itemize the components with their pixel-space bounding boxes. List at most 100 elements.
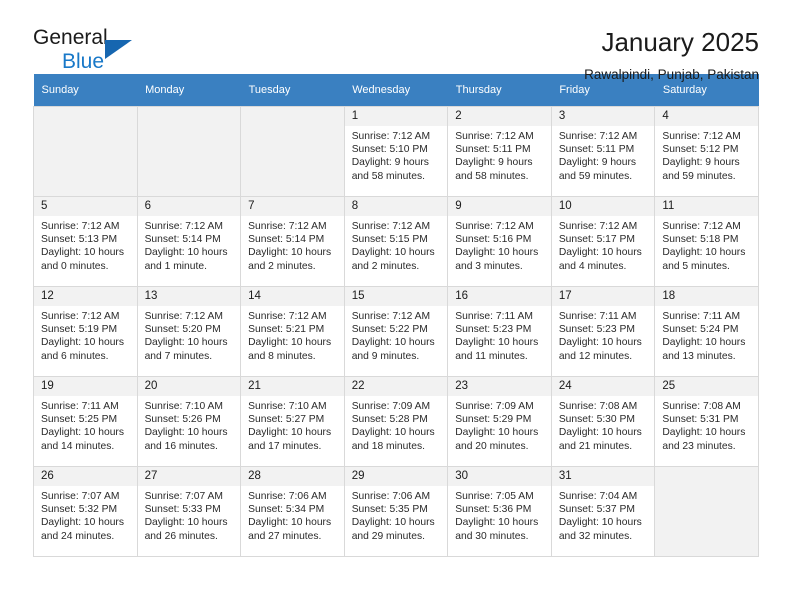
calendar-day-cell[interactable]: 17 Sunrise: 7:11 AM Sunset: 5:23 PM Dayligh… (550, 286, 656, 377)
day-number: 17 (551, 287, 655, 306)
calendar-day-cell[interactable]: 23 Sunrise: 7:09 AM Sunset: 5:29 PM Dayligh… (447, 376, 552, 467)
calendar-day-cell[interactable]: 18 Sunrise: 7:11 AM Sunset: 5:24 PM Dayligh… (654, 286, 759, 377)
daylight-text: Daylight: 10 hours and 32 minutes. (558, 517, 642, 542)
calendar-day-cell[interactable]: 29 Sunrise: 7:06 AM Sunset: 5:35 PM Dayligh… (343, 466, 449, 557)
calendar-day-cell[interactable]: 30 Sunrise: 7:05 AM Sunset: 5:36 PM Dayligh… (447, 466, 552, 557)
calendar-day-cell[interactable]: 14 Sunrise: 7:12 AM Sunset: 5:21 PM Dayligh… (240, 286, 345, 377)
day-number: 15 (344, 287, 448, 306)
day-number: 11 (655, 197, 758, 216)
sunset-text: Sunset: 5:33 PM (144, 504, 221, 516)
calendar-day-cell[interactable]: 6 Sunrise: 7:12 AM Sunset: 5:14 PM Daylight… (136, 196, 242, 287)
daylight-text: Daylight: 10 hours and 21 minutes. (558, 427, 642, 452)
day-details: Sunrise: 7:06 AM Sunset: 5:35 PM Daylight:… (345, 486, 448, 543)
calendar-day-cell[interactable]: 25 Sunrise: 7:08 AM Sunset: 5:31 PM Dayligh… (654, 376, 759, 467)
calendar-day-cell[interactable]: 8 Sunrise: 7:12 AM Sunset: 5:15 PM Daylight… (343, 196, 449, 287)
day-number: 24 (551, 377, 655, 396)
logo-text-blue: Blue (62, 50, 105, 73)
calendar-day-cell[interactable]: 20 Sunrise: 7:10 AM Sunset: 5:26 PM Dayligh… (136, 376, 242, 467)
sunset-text: Sunset: 5:27 PM (248, 414, 325, 426)
calendar-day-cell[interactable]: 15 Sunrise: 7:12 AM Sunset: 5:22 PM Dayligh… (343, 286, 449, 377)
calendar-day-cell[interactable]: 24 Sunrise: 7:08 AM Sunset: 5:30 PM Dayligh… (550, 376, 656, 467)
page-title: January 2025 (601, 27, 759, 57)
sunrise-text: Sunrise: 7:12 AM (248, 221, 327, 232)
day-number: 18 (655, 287, 758, 306)
calendar-day-cell[interactable]: 31 Sunrise: 7:04 AM Sunset: 5:37 PM Dayligh… (550, 466, 656, 557)
day-details: Sunrise: 7:07 AM Sunset: 5:32 PM Daylight:… (34, 486, 137, 543)
day-number: 14 (241, 287, 344, 306)
sunrise-text: Sunrise: 7:07 AM (144, 491, 223, 502)
calendar-day-cell[interactable]: 4 Sunrise: 7:12 AM Sunset: 5:12 PM Daylight… (654, 106, 759, 197)
daylight-text: Daylight: 9 hours and 58 minutes. (455, 157, 533, 182)
day-number: 4 (655, 107, 758, 126)
day-number: 3 (551, 107, 655, 126)
calendar-cell-empty (33, 106, 138, 197)
sunset-text: Sunset: 5:32 PM (41, 504, 118, 516)
day-number: 8 (344, 197, 448, 216)
sunrise-text: Sunrise: 7:11 AM (41, 401, 119, 412)
calendar-day-cell[interactable]: 9 Sunrise: 7:12 AM Sunset: 5:16 PM Daylight… (447, 196, 552, 287)
calendar-day-cell[interactable]: 10 Sunrise: 7:12 AM Sunset: 5:17 PM Dayligh… (550, 196, 656, 287)
calendar-cell-empty (654, 466, 759, 557)
calendar-day-cell[interactable]: 5 Sunrise: 7:12 AM Sunset: 5:13 PM Daylight… (33, 196, 138, 287)
calendar-day-cell[interactable]: 3 Sunrise: 7:12 AM Sunset: 5:11 PM Daylight… (550, 106, 656, 197)
day-details: Sunrise: 7:12 AM Sunset: 5:11 PM Daylight:… (448, 126, 551, 183)
daylight-text: Daylight: 10 hours and 11 minutes. (455, 337, 539, 362)
daylight-text: Daylight: 9 hours and 58 minutes. (351, 157, 429, 182)
sunset-text: Sunset: 5:26 PM (144, 414, 221, 426)
day-details: Sunrise: 7:08 AM Sunset: 5:30 PM Daylight:… (552, 396, 655, 453)
sunrise-text: Sunrise: 7:08 AM (558, 401, 638, 412)
calendar-day-cell[interactable]: 2 Sunrise: 7:12 AM Sunset: 5:11 PM Daylight… (447, 106, 552, 197)
day-details: Sunrise: 7:12 AM Sunset: 5:18 PM Daylight:… (655, 216, 758, 273)
sunrise-text: Sunrise: 7:12 AM (662, 131, 741, 142)
daylight-text: Daylight: 10 hours and 26 minutes. (144, 517, 228, 542)
calendar-day-cell[interactable]: 7 Sunrise: 7:12 AM Sunset: 5:14 PM Daylight… (240, 196, 345, 287)
day-number: 23 (448, 377, 551, 396)
sunset-text: Sunset: 5:19 PM (41, 324, 118, 336)
calendar-day-cell[interactable]: 26 Sunrise: 7:07 AM Sunset: 5:32 PM Dayligh… (33, 466, 138, 557)
daylight-text: Daylight: 9 hours and 59 minutes. (662, 157, 740, 182)
day-number: 7 (241, 197, 344, 216)
calendar-day-cell[interactable]: 22 Sunrise: 7:09 AM Sunset: 5:28 PM Dayligh… (343, 376, 449, 467)
sunrise-text: Sunrise: 7:10 AM (144, 401, 223, 412)
day-details: Sunrise: 7:12 AM Sunset: 5:11 PM Daylight:… (552, 126, 655, 183)
daylight-text: Daylight: 10 hours and 2 minutes. (351, 247, 435, 272)
sunset-text: Sunset: 5:23 PM (558, 324, 635, 336)
weekday-header-thursday: Thursday (447, 74, 552, 107)
day-number: 12 (34, 287, 137, 306)
sunset-text: Sunset: 5:11 PM (558, 144, 635, 156)
day-details: Sunrise: 7:12 AM Sunset: 5:21 PM Daylight:… (241, 306, 344, 363)
sunset-text: Sunset: 5:17 PM (558, 234, 635, 246)
sunset-text: Sunset: 5:13 PM (41, 234, 118, 246)
sunrise-text: Sunrise: 7:06 AM (351, 491, 431, 502)
daylight-text: Daylight: 10 hours and 30 minutes. (455, 517, 539, 542)
calendar-day-cell[interactable]: 11 Sunrise: 7:12 AM Sunset: 5:18 PM Dayligh… (654, 196, 759, 287)
day-details: Sunrise: 7:12 AM Sunset: 5:19 PM Daylight:… (34, 306, 137, 363)
sunset-text: Sunset: 5:23 PM (455, 324, 532, 336)
logo-text-general: General (33, 26, 108, 49)
daylight-text: Daylight: 10 hours and 9 minutes. (351, 337, 435, 362)
sunset-text: Sunset: 5:11 PM (455, 144, 531, 156)
calendar-day-cell[interactable]: 12 Sunrise: 7:12 AM Sunset: 5:19 PM Dayligh… (33, 286, 138, 377)
calendar-day-cell[interactable]: 27 Sunrise: 7:07 AM Sunset: 5:33 PM Dayligh… (136, 466, 242, 557)
daylight-text: Daylight: 10 hours and 13 minutes. (662, 337, 746, 362)
sunrise-text: Sunrise: 7:07 AM (41, 491, 120, 502)
sunset-text: Sunset: 5:31 PM (662, 414, 739, 426)
calendar-day-cell[interactable]: 16 Sunrise: 7:11 AM Sunset: 5:23 PM Dayligh… (447, 286, 552, 377)
sunrise-text: Sunrise: 7:12 AM (41, 221, 120, 232)
day-number: 9 (448, 197, 551, 216)
daylight-text: Daylight: 10 hours and 16 minutes. (144, 427, 228, 452)
sunset-text: Sunset: 5:34 PM (248, 504, 325, 516)
calendar-day-cell[interactable]: 19 Sunrise: 7:11 AM Sunset: 5:25 PM Dayligh… (33, 376, 138, 467)
day-number: 2 (448, 107, 551, 126)
calendar-cell-empty (136, 106, 242, 197)
day-details: Sunrise: 7:12 AM Sunset: 5:12 PM Daylight:… (655, 126, 758, 183)
calendar-day-cell[interactable]: 28 Sunrise: 7:06 AM Sunset: 5:34 PM Dayligh… (240, 466, 345, 557)
calendar-day-cell[interactable]: 1 Sunrise: 7:12 AM Sunset: 5:10 PM Daylight… (343, 106, 449, 197)
sunrise-text: Sunrise: 7:10 AM (248, 401, 327, 412)
day-details: Sunrise: 7:12 AM Sunset: 5:10 PM Daylight:… (345, 126, 448, 183)
calendar-day-cell[interactable]: 21 Sunrise: 7:10 AM Sunset: 5:27 PM Dayligh… (240, 376, 345, 467)
calendar-day-cell[interactable]: 13 Sunrise: 7:12 AM Sunset: 5:20 PM Dayligh… (136, 286, 242, 377)
day-details: Sunrise: 7:11 AM Sunset: 5:23 PM Daylight:… (552, 306, 655, 363)
daylight-text: Daylight: 10 hours and 12 minutes. (558, 337, 642, 362)
day-details: Sunrise: 7:10 AM Sunset: 5:27 PM Daylight:… (241, 396, 344, 453)
